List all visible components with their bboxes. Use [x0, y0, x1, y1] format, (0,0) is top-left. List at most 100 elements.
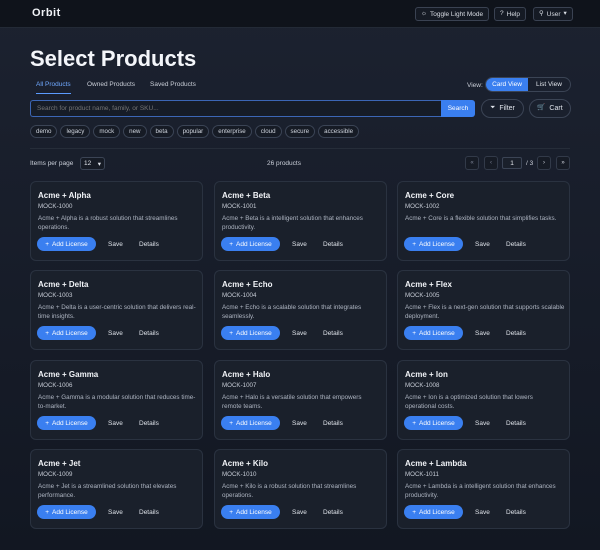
save-button[interactable]: Save: [108, 420, 123, 427]
details-button[interactable]: Details: [139, 241, 159, 248]
chevron-down-icon: ▾: [563, 9, 567, 17]
details-button[interactable]: Details: [139, 509, 159, 516]
toggle-light-mode-button[interactable]: ☼ Toggle Light Mode: [415, 7, 490, 21]
tag-chip[interactable]: demo: [30, 125, 58, 138]
add-license-button[interactable]: + Add License: [37, 326, 96, 340]
add-license-button[interactable]: + Add License: [404, 237, 463, 251]
product-description: Acme + Jet is a streamlined solution tha…: [38, 483, 177, 499]
add-license-button[interactable]: + Add License: [404, 416, 463, 430]
user-label: User: [546, 10, 561, 18]
product-description: Acme + Flex is a next-gen solution that …: [405, 304, 565, 320]
tag-chip[interactable]: popular: [176, 125, 210, 138]
tag-chip[interactable]: enterprise: [212, 125, 252, 138]
add-license-button[interactable]: + Add License: [404, 505, 463, 519]
last-page-button[interactable]: »: [556, 156, 570, 170]
tag-chip[interactable]: mock: [93, 125, 121, 138]
add-license-button[interactable]: + Add License: [37, 237, 96, 251]
details-button[interactable]: Details: [139, 330, 159, 337]
details-button[interactable]: Details: [323, 509, 343, 516]
view-label: View:: [467, 82, 483, 89]
add-license-button[interactable]: + Add License: [37, 416, 96, 430]
product-name: Acme + Core: [405, 191, 455, 200]
save-button[interactable]: Save: [292, 509, 307, 516]
product-card: Acme + Core MOCK-1002 Acme + Core is a fle…: [397, 181, 570, 261]
filter-button[interactable]: ⏷ Filter: [481, 99, 524, 118]
chevron-down-icon: ▾: [97, 160, 101, 168]
product-card: Acme + Ion MOCK-1008 Acme + Ion is a optim…: [397, 360, 570, 440]
product-sku: MOCK-1004: [222, 292, 257, 299]
product-description: Acme + Halo is a versatile solution that…: [222, 394, 362, 410]
save-button[interactable]: Save: [292, 420, 307, 427]
add-license-button[interactable]: + Add License: [221, 326, 280, 340]
product-description: Acme + Core is a flexible solution that …: [405, 215, 557, 222]
save-button[interactable]: Save: [475, 509, 490, 516]
details-button[interactable]: Details: [506, 241, 526, 248]
help-button[interactable]: ? Help: [494, 7, 526, 21]
page-number-input[interactable]: 1: [502, 157, 522, 169]
save-button[interactable]: Save: [475, 241, 490, 248]
save-button[interactable]: Save: [292, 330, 307, 337]
product-name: Acme + Beta: [222, 191, 271, 200]
save-button[interactable]: Save: [292, 241, 307, 248]
list-view-button[interactable]: List View: [528, 78, 570, 91]
product-name: Acme + Flex: [405, 280, 452, 289]
search-input[interactable]: [30, 100, 442, 117]
tab-saved-products[interactable]: Saved Products: [150, 81, 196, 93]
next-page-button[interactable]: ›: [537, 156, 551, 170]
save-button[interactable]: Save: [108, 509, 123, 516]
tag-chip[interactable]: beta: [149, 125, 174, 138]
sun-icon: ☼: [421, 9, 427, 17]
product-card: Acme + Flex MOCK-1005 Acme + Flex is a nex…: [397, 270, 570, 350]
product-name: Acme + Kilo: [222, 459, 269, 468]
tag-chip[interactable]: secure: [284, 125, 316, 138]
save-button[interactable]: Save: [108, 241, 123, 248]
details-button[interactable]: Details: [323, 241, 343, 248]
add-license-label: Add License: [419, 508, 455, 516]
cart-button[interactable]: 🛒 Cart: [529, 99, 571, 118]
product-description: Acme + Ion is a optimized solution that …: [405, 394, 533, 410]
cart-label: Cart: [549, 105, 563, 112]
top-bar: Orbit ☼ Toggle Light Mode ? Help ⚲ User …: [0, 0, 600, 28]
double-chevron-left-icon: «: [470, 160, 474, 166]
toggle-light-mode-label: Toggle Light Mode: [429, 10, 484, 18]
help-icon: ?: [500, 9, 504, 17]
tag-chip[interactable]: new: [123, 125, 147, 138]
tag-chip[interactable]: accessible: [318, 125, 360, 138]
add-license-button[interactable]: + Add License: [221, 237, 280, 251]
add-license-button[interactable]: + Add License: [404, 326, 463, 340]
product-card: Acme + Lambda MOCK-1011 Acme + Lambda is a…: [397, 449, 570, 529]
details-button[interactable]: Details: [323, 330, 343, 337]
add-license-label: Add License: [52, 240, 88, 248]
tag-chip[interactable]: legacy: [60, 125, 91, 138]
product-card: Acme + Jet MOCK-1009 Acme + Jet is a strea…: [30, 449, 203, 529]
items-per-page-select[interactable]: 12 ▾: [80, 157, 105, 170]
add-license-button[interactable]: + Add License: [221, 416, 280, 430]
first-page-button[interactable]: «: [465, 156, 479, 170]
details-button[interactable]: Details: [139, 420, 159, 427]
save-button[interactable]: Save: [108, 330, 123, 337]
product-card: Acme + Gamma MOCK-1006 Acme + Gamma is a m…: [30, 360, 203, 440]
divider: [30, 148, 570, 149]
card-view-button[interactable]: Card View: [486, 78, 528, 91]
add-license-button[interactable]: + Add License: [37, 505, 96, 519]
filter-icon: ⏷: [490, 104, 496, 112]
prev-page-button[interactable]: ‹: [484, 156, 498, 170]
product-sku: MOCK-1007: [222, 382, 257, 389]
add-license-label: Add License: [236, 419, 272, 427]
save-button[interactable]: Save: [475, 330, 490, 337]
details-button[interactable]: Details: [506, 330, 526, 337]
details-button[interactable]: Details: [506, 509, 526, 516]
product-name: Acme + Delta: [38, 280, 89, 289]
tab-owned-products[interactable]: Owned Products: [87, 81, 135, 93]
tag-chip[interactable]: cloud: [254, 125, 282, 138]
details-button[interactable]: Details: [506, 420, 526, 427]
search-button[interactable]: Search: [441, 100, 475, 117]
save-button[interactable]: Save: [475, 420, 490, 427]
tab-all-products[interactable]: All Products: [36, 81, 71, 94]
product-name: Acme + Ion: [405, 370, 448, 379]
user-menu-button[interactable]: ⚲ User ▾: [533, 7, 573, 21]
details-button[interactable]: Details: [323, 420, 343, 427]
add-license-button[interactable]: + Add License: [221, 505, 280, 519]
page-title: Select Products: [30, 46, 197, 71]
product-card: Acme + Beta MOCK-1001 Acme + Beta is a int…: [214, 181, 387, 261]
